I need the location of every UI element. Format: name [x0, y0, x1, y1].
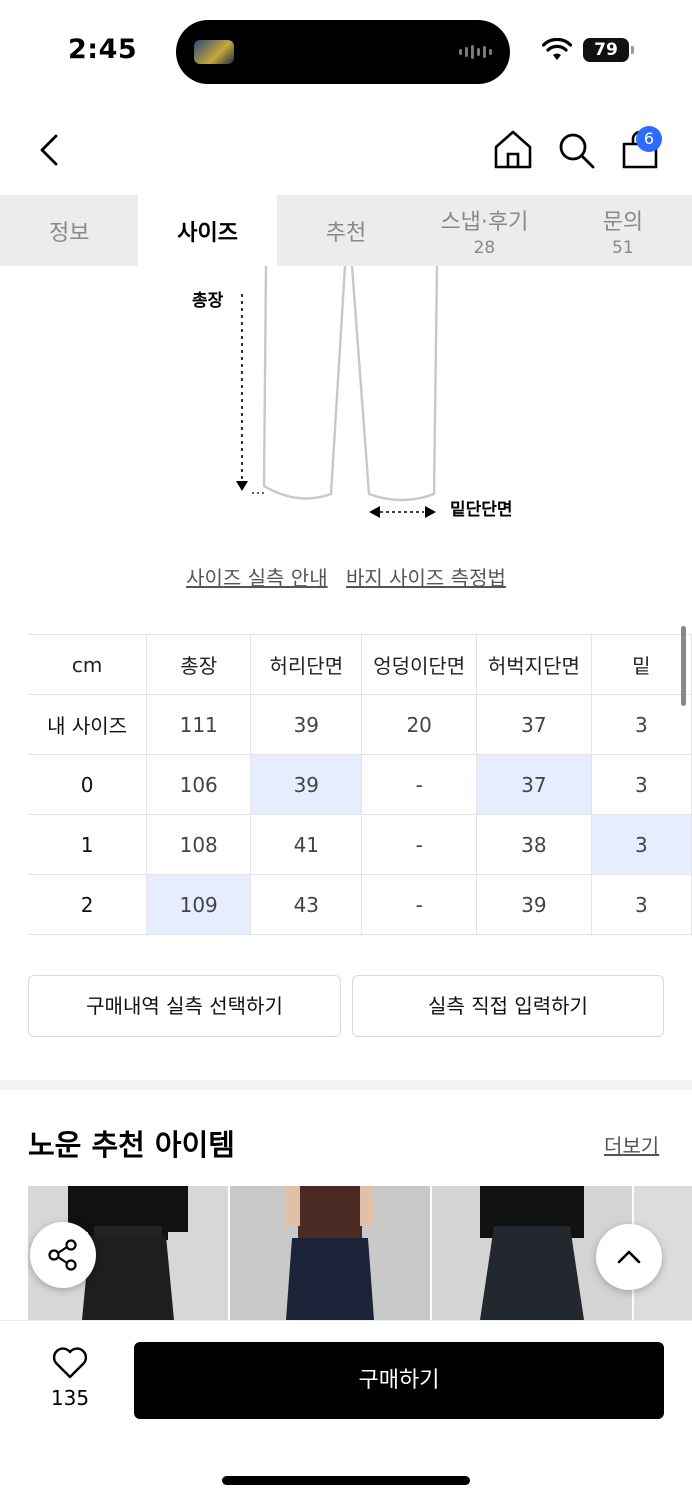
tab-label: 스냅·후기 [440, 209, 529, 235]
battery-indicator: 79 [583, 38, 634, 62]
table-cell-highlighted: 109 [146, 874, 252, 935]
table-cell: 37 [476, 694, 592, 755]
tab-label: 문의 [602, 209, 644, 235]
heart-icon[interactable] [52, 1346, 88, 1380]
wifi-icon [542, 38, 572, 60]
table-cell: 39 [476, 874, 592, 935]
share-icon [48, 1239, 77, 1271]
recommend-items-carousel[interactable] [28, 1186, 692, 1320]
row-label: 1 [28, 814, 148, 875]
home-indicator[interactable] [222, 1476, 470, 1485]
dynamic-island[interactable] [176, 20, 510, 84]
tab-size[interactable]: 사이즈 [138, 195, 277, 266]
table-cell: - [361, 874, 478, 935]
tab-label: 추천 [325, 220, 367, 246]
tab-label: 사이즈 [177, 220, 238, 246]
home-icon[interactable] [492, 128, 534, 170]
table-scrollbar[interactable] [681, 626, 686, 706]
table-cell: 39 [250, 694, 363, 755]
product-image[interactable] [230, 1186, 430, 1320]
see-more-link[interactable]: 더보기 [604, 1130, 659, 1159]
table-cell: 3 [591, 694, 692, 755]
scroll-to-top-button[interactable] [596, 1224, 662, 1290]
hem-width-label: 밑단단면 [450, 500, 513, 520]
table-row: 1 108 41 - 38 3 [28, 814, 692, 875]
actual-size-guide-link[interactable]: 사이즈 실측 안내 [186, 566, 328, 590]
table-cell: 111 [146, 694, 252, 755]
buy-button[interactable]: 구매하기 [134, 1342, 664, 1419]
tab-info[interactable]: 정보 [0, 195, 138, 266]
table-cell: 3 [591, 874, 692, 935]
product-tabs: 정보 사이즈 추천 스냅·후기 28 문의 51 [0, 195, 692, 266]
status-time: 2:45 [68, 34, 138, 65]
audio-wave-icon [459, 44, 492, 60]
share-button[interactable] [30, 1222, 96, 1288]
table-header-row: cm 총장 허리단면 엉덩이단면 허벅지단면 밑 [28, 634, 692, 695]
table-cell-highlighted: 39 [250, 754, 363, 815]
column-header: 총장 [146, 634, 252, 695]
select-purchase-history-button[interactable]: 구매내역 실측 선택하기 [28, 975, 341, 1037]
unit-header: cm [28, 634, 148, 695]
manual-input-button[interactable]: 실측 직접 입력하기 [352, 975, 664, 1037]
chevron-up-icon [617, 1250, 641, 1264]
tab-label: 정보 [48, 220, 90, 246]
table-row: 내 사이즈 111 39 20 37 3 [28, 694, 692, 755]
recommend-section-title: 노운 추천 아이템 [28, 1128, 235, 1162]
table-cell-highlighted: 3 [591, 814, 692, 875]
column-header: 밑 [591, 634, 692, 695]
product-image-graphic [286, 1186, 374, 1320]
tab-inquiry[interactable]: 문의 51 [554, 195, 692, 266]
size-guide-links: 사이즈 실측 안내 바지 사이즈 측정법 [0, 562, 692, 591]
table-cell: 106 [146, 754, 252, 815]
column-header: 허리단면 [250, 634, 363, 695]
table-cell: - [361, 814, 478, 875]
table-cell: 20 [361, 694, 478, 755]
table-cell: 3 [591, 754, 692, 815]
column-header: 엉덩이단면 [361, 634, 478, 695]
pants-measure-method-link[interactable]: 바지 사이즈 측정법 [346, 566, 506, 590]
section-divider [0, 1080, 692, 1090]
length-label: 총장 [192, 291, 224, 311]
tab-count: 28 [473, 237, 496, 258]
table-cell: 43 [250, 874, 363, 935]
tab-count: 51 [612, 237, 634, 258]
like-count: 135 [50, 1386, 90, 1410]
product-header [0, 100, 692, 195]
table-cell: 38 [476, 814, 592, 875]
tab-recommend[interactable]: 추천 [277, 195, 415, 266]
table-row: 0 106 39 - 37 3 [28, 754, 692, 815]
column-header: 허벅지단면 [476, 634, 592, 695]
row-label: 2 [28, 874, 148, 935]
cart-count-badge: 6 [636, 126, 662, 152]
table-row: 2 109 43 - 39 3 [28, 874, 692, 935]
table-cell: 108 [146, 814, 252, 875]
table-cell: 41 [250, 814, 363, 875]
table-cell: - [361, 754, 478, 815]
search-icon[interactable] [556, 130, 596, 170]
pants-outline-illustration [236, 265, 439, 518]
status-bar: 2:45 79 [0, 0, 692, 100]
size-table[interactable]: cm 총장 허리단면 엉덩이단면 허벅지단면 밑 내 사이즈 111 39 20… [28, 634, 692, 936]
row-label: 내 사이즈 [28, 694, 148, 755]
pants-size-diagram: 총장 밑단단면 [0, 265, 692, 536]
row-label: 0 [28, 754, 148, 815]
now-playing-thumbnail [194, 40, 234, 64]
back-arrow-icon[interactable] [30, 130, 70, 170]
table-cell-highlighted: 37 [476, 754, 592, 815]
tab-snap-review[interactable]: 스냅·후기 28 [415, 195, 553, 266]
